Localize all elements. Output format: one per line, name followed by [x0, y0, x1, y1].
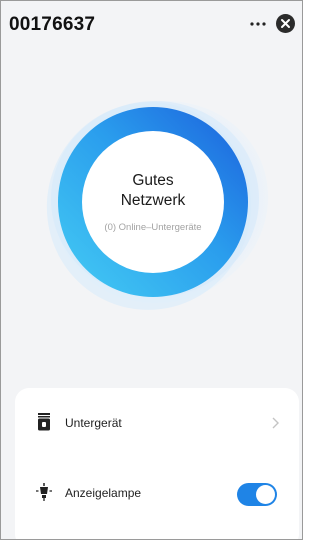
online-subdevices-label: (0) Online–Untergeräte: [104, 222, 202, 233]
more-button[interactable]: [248, 17, 268, 31]
network-ring-graphic: [46, 101, 269, 310]
lamp-icon: [36, 483, 52, 501]
subdevice-label: Untergerät: [65, 416, 122, 430]
chevron-right-icon: [272, 417, 279, 429]
subdevice-icon: [38, 413, 50, 431]
more-dots-icon: [250, 22, 266, 26]
device-title: 00176637: [9, 14, 96, 35]
indicator-lamp-label: Anzeigelampe: [65, 486, 142, 500]
network-status-panel: Gutes Netzwerk (0) Online–Untergeräte: [1, 71, 302, 361]
network-status-label: Gutes Netzwerk: [120, 172, 186, 209]
app-screen: 00176637 Gutes Netzwerk (0) Online–Unter…: [0, 0, 303, 540]
settings-card: Untergerät Anzeigelampe: [15, 388, 299, 539]
toggle-knob: [256, 485, 275, 504]
close-icon: [276, 14, 295, 33]
indicator-lamp-toggle[interactable]: [237, 483, 277, 506]
header: 00176637: [1, 1, 302, 45]
close-button[interactable]: [276, 14, 295, 33]
indicator-lamp-row: Anzeigelampe: [15, 462, 299, 522]
subdevice-row[interactable]: Untergerät: [15, 394, 299, 454]
